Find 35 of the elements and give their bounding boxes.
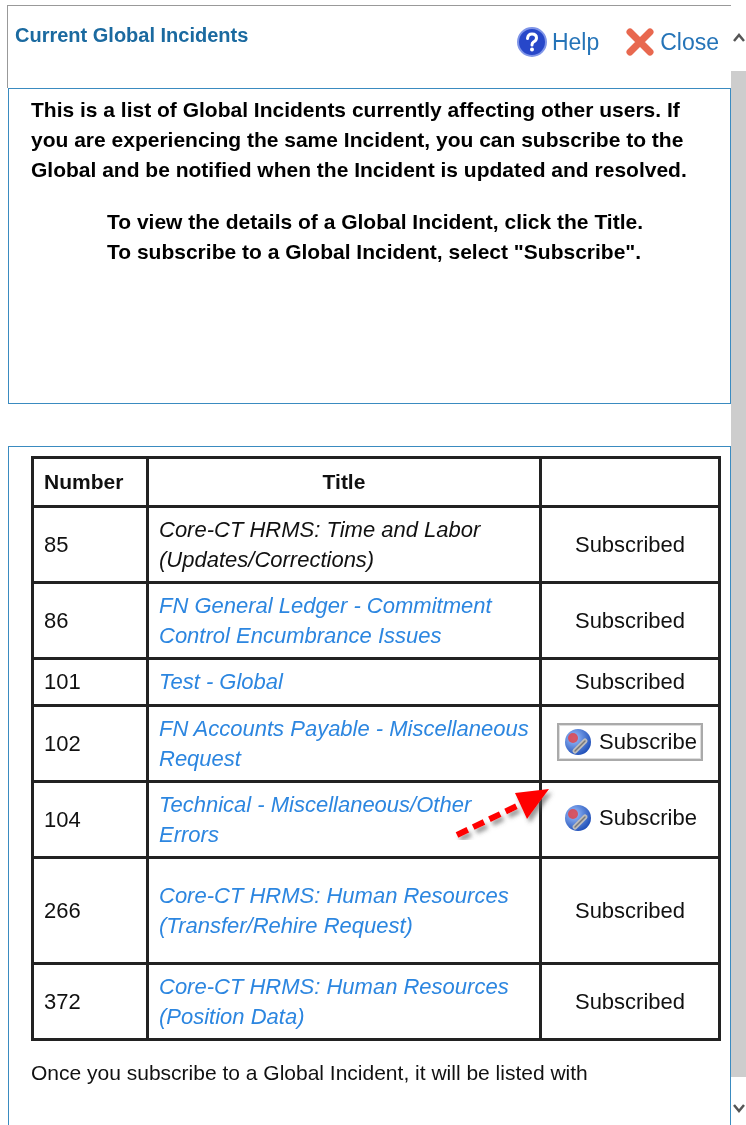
column-header: Number [32,457,148,507]
status-cell: Subscribed [540,857,720,964]
scrollbar-thumb[interactable] [731,71,746,1077]
incident-title-link[interactable]: FN General Ledger - Commitment Control Encumbrance Issues [147,582,541,659]
status-cell: Subscribed [540,506,720,583]
incident-title: Core-CT HRMS: Time and Labor (Updates/Corrections) [147,506,541,583]
number-cell: 101 [32,658,148,706]
intro-paragraph: This is a list of Global Incidents currently affecting other users. If you are experiencing the same Incident, you can subscribe to the Global and be notified when the Incident is updated and resolved. [31,97,688,183]
help-link[interactable]: Help [516,27,600,57]
number-cell: 85 [32,506,148,583]
number-cell: 372 [32,963,148,1040]
footer-text: Once you subscribe to a Global Incident, it will be listed with [31,1061,589,1085]
globe-link-icon [563,726,594,757]
globe-link-icon [563,802,594,833]
incident-title-link[interactable]: Test - Global [147,658,541,706]
status-cell: Subscribed [540,963,720,1040]
scroll-down-icon[interactable] [732,1103,745,1113]
incident-title-link[interactable]: FN Accounts Payable - Miscellaneous Request [147,705,541,782]
instruction-text: To subscribe to a Global Incident, select "Subscribe". [107,239,643,265]
incident-title-link[interactable]: Core-CT HRMS: Human Resources (Position Data) [147,963,541,1040]
window-title: Current Global Incidents [15,24,249,47]
status-cell: Subscribed [540,582,720,659]
status-cell: Subscribed [540,658,720,706]
help-icon [516,27,547,57]
incident-title-link[interactable]: Core-CT HRMS: Human Resources (Transfer/Rehire Request) [147,857,541,964]
number-cell: 86 [32,582,148,659]
column-header: Title [147,457,541,507]
close-icon [625,27,656,57]
number-cell: 102 [32,705,148,782]
instruction-text: To view the details of a Global Incident, click the Title. [107,209,644,235]
scroll-up-icon[interactable] [732,33,745,43]
subscribe-button[interactable]: Subscribe [557,722,703,761]
number-cell: 104 [32,781,148,858]
number-cell: 266 [32,857,148,964]
close-link[interactable]: Close [625,27,719,57]
